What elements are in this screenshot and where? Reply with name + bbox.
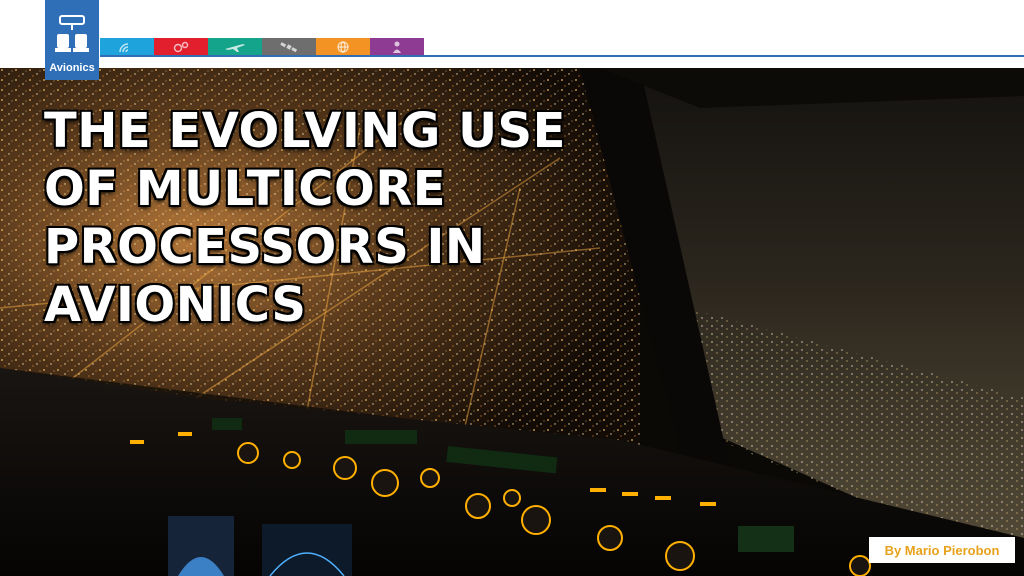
title-line: AVIONICS xyxy=(44,277,307,333)
cockpit-seats-icon xyxy=(55,15,89,52)
tab-airplane[interactable] xyxy=(208,38,262,55)
tab-globe[interactable] xyxy=(316,38,370,55)
tab-satellite[interactable] xyxy=(262,38,316,55)
section-badge[interactable]: Avionics xyxy=(45,0,99,80)
title-line: OF MULTICORE xyxy=(44,161,447,217)
tab-gears[interactable] xyxy=(154,38,208,55)
header-rule xyxy=(100,55,1024,57)
globe-icon xyxy=(337,40,349,53)
author-byline: By Mario Pierobon xyxy=(869,537,1015,563)
airplane-icon xyxy=(225,43,245,52)
signal-waves-icon xyxy=(119,42,129,52)
section-label: Avionics xyxy=(49,62,95,74)
tab-signal[interactable] xyxy=(100,38,154,55)
article-title: THE EVOLVING USE OF MULTICORE PROCESSORS… xyxy=(44,102,566,334)
title-line: PROCESSORS IN xyxy=(44,219,486,275)
gears-icon xyxy=(173,41,189,52)
satellite-icon xyxy=(280,41,298,52)
tab-person[interactable] xyxy=(370,38,424,55)
person-icon xyxy=(393,41,401,53)
title-line: THE EVOLVING USE xyxy=(44,103,566,159)
category-tabs xyxy=(100,38,424,55)
